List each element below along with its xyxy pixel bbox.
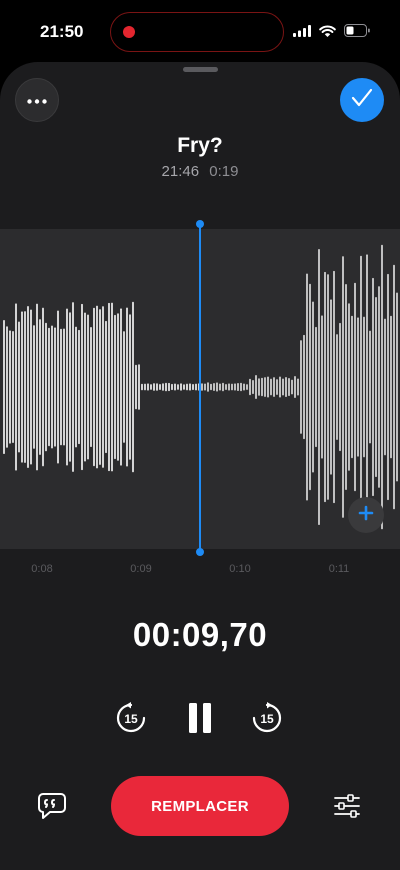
more-options-button[interactable] [15, 78, 59, 122]
battery-icon [344, 24, 370, 42]
playhead-bottom-handle[interactable] [196, 548, 204, 556]
timeline: 0:08 0:09 0:10 0:11 [0, 560, 400, 580]
timeline-label: 0:10 [229, 563, 251, 575]
signal-icon [293, 24, 311, 42]
recording-title[interactable]: Fry? [0, 134, 400, 158]
recording-dot-icon [123, 26, 135, 38]
recorded-time: 21:46 [161, 163, 200, 180]
elapsed-time: 00:09,70 [132, 616, 268, 653]
add-bookmark-button[interactable] [348, 497, 384, 533]
wifi-icon [319, 24, 336, 42]
skip-forward-15-button[interactable]: 15 [248, 699, 286, 737]
edit-options-button[interactable] [331, 790, 363, 822]
ellipsis-icon [27, 91, 47, 109]
pause-button[interactable] [181, 699, 219, 737]
sheet-grabber[interactable] [183, 67, 218, 72]
timeline-label: 0:08 [31, 563, 53, 575]
timeline-label: 0:11 [328, 563, 350, 575]
skip-back-15-button[interactable]: 15 [112, 699, 150, 737]
pause-icon [189, 703, 211, 733]
status-time: 21:50 [40, 22, 84, 41]
quote-bubble-icon [38, 793, 66, 819]
recording-duration: 0:19 [209, 163, 239, 180]
dynamic-island[interactable] [110, 12, 284, 52]
skip-forward-label: 15 [260, 712, 274, 726]
done-button[interactable] [340, 78, 384, 122]
checkmark-icon [351, 88, 373, 113]
skip-back-label: 15 [124, 712, 138, 726]
playhead-top-handle[interactable] [196, 220, 204, 228]
skip-forward-icon: 15 [252, 702, 282, 733]
timeline-label: 0:09 [130, 563, 152, 575]
status-icons [293, 24, 370, 42]
skip-back-icon: 15 [116, 702, 146, 733]
recording-meta: 21:46 0:19 [0, 163, 400, 180]
sliders-icon [334, 794, 360, 818]
plus-icon [358, 505, 374, 526]
playhead[interactable] [199, 224, 201, 554]
transcript-button[interactable] [36, 790, 68, 822]
status-bar: 21:50 [0, 0, 400, 62]
replace-button[interactable]: REMPLACER [111, 776, 289, 836]
